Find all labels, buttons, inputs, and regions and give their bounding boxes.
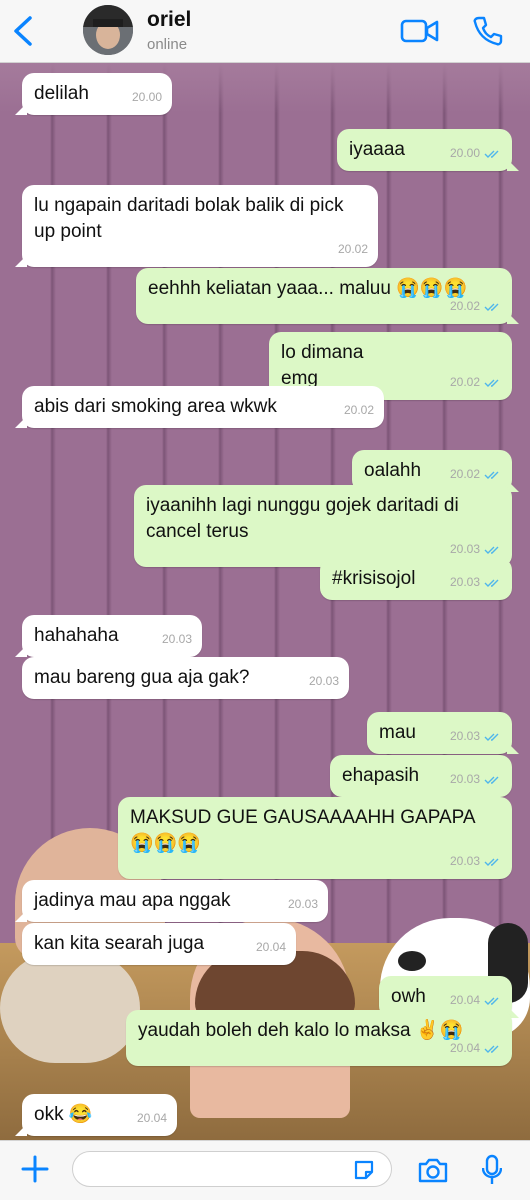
- message-meta: 20.03: [450, 723, 502, 749]
- message-text: owh: [391, 986, 426, 1007]
- double-check-icon: [484, 579, 499, 587]
- double-check-icon: [484, 733, 499, 741]
- double-check-icon: [484, 471, 499, 479]
- message-time: 20.04: [449, 993, 480, 1007]
- double-check-icon: [484, 858, 499, 866]
- message-meta: 20.04: [256, 934, 286, 960]
- message-time: 20.04: [255, 940, 286, 954]
- message-bubble[interactable]: iyaanihh lagi nunggu gojek daritadi di c…: [134, 485, 512, 567]
- message-time: 20.02: [449, 375, 480, 389]
- message-meta: 20.04: [450, 1035, 502, 1061]
- message-meta: 20.02: [338, 236, 368, 262]
- message-meta: 20.02: [450, 461, 502, 487]
- message-time: 20.02: [449, 299, 480, 313]
- message-bubble[interactable]: eehhh keliatan yaaa... maluu 😭😭😭 20.02: [136, 268, 519, 324]
- message-meta: 20.00: [132, 84, 162, 110]
- message-time: 20.02: [337, 242, 368, 256]
- message-time: 20.03: [449, 575, 480, 589]
- message-time: 20.03: [449, 542, 480, 556]
- message-text: mau: [379, 722, 416, 743]
- message-input[interactable]: [72, 1151, 392, 1187]
- contact-name[interactable]: oriel: [147, 8, 191, 32]
- message-bubble[interactable]: iyaaaa 20.00: [337, 129, 519, 171]
- message-meta: 20.02: [450, 293, 502, 319]
- message-meta: 20.03: [450, 848, 502, 874]
- message-bubble[interactable]: ehapasih 20.03: [330, 755, 512, 797]
- composer-bar: [0, 1140, 530, 1200]
- message-bubble[interactable]: okk 😂 20.04: [15, 1094, 177, 1136]
- chat-header: oriel online: [0, 0, 530, 63]
- message-bubble[interactable]: lu ngapain daritadi bolak balik di pick …: [15, 185, 378, 267]
- message-text: ehapasih: [342, 765, 420, 786]
- message-text: mau bareng gua aja gak?: [34, 667, 250, 688]
- message-text: kan kita searah juga: [34, 933, 205, 954]
- message-text: jadinya mau apa nggak: [34, 890, 231, 911]
- message-meta: 20.03: [450, 766, 502, 792]
- double-check-icon: [484, 303, 499, 311]
- camera-icon[interactable]: [417, 1156, 449, 1184]
- message-text: oalahh: [364, 460, 422, 481]
- double-check-icon: [484, 546, 499, 554]
- message-meta: 20.04: [137, 1105, 167, 1131]
- message-text: hahahaha: [34, 625, 119, 646]
- double-check-icon: [484, 150, 499, 158]
- avatar[interactable]: [83, 5, 133, 55]
- microphone-icon[interactable]: [482, 1154, 502, 1186]
- message-text: iyaaaa: [349, 139, 405, 160]
- message-bubble[interactable]: kan kita searah juga 20.04: [22, 923, 296, 965]
- message-meta: 20.03: [162, 626, 192, 652]
- message-time: 20.00: [131, 90, 162, 104]
- message-meta: 20.03: [309, 668, 339, 694]
- sticker-icon[interactable]: [352, 1158, 376, 1182]
- message-time: 20.03: [449, 772, 480, 786]
- message-bubble[interactable]: mau bareng gua aja gak? 20.03: [22, 657, 349, 699]
- message-text: #krisisojol: [332, 568, 416, 589]
- wallpaper-character: [0, 953, 140, 1063]
- phone-icon[interactable]: [472, 15, 504, 47]
- message-meta: 20.00: [450, 140, 502, 166]
- message-text: yaudah boleh deh kalo lo maksa ✌️😭: [138, 1020, 464, 1041]
- message-meta: 20.03: [450, 569, 502, 595]
- message-time: 20.03: [449, 729, 480, 743]
- message-time: 20.00: [449, 146, 480, 160]
- message-meta: 20.03: [288, 891, 318, 917]
- message-bubble[interactable]: MAKSUD GUE GAUSAAAAHH GAPAPA 😭😭😭 20.03: [118, 797, 512, 879]
- message-meta: 20.02: [344, 397, 374, 423]
- chat-area[interactable]: delilah 20.00 iyaaaa 20.00 lu ngapain darita…: [0, 63, 530, 1140]
- message-bubble[interactable]: mau 20.03: [367, 712, 519, 754]
- message-text: lo dimana emg: [281, 342, 364, 389]
- message-text: iyaanihh lagi nunggu gojek daritadi di c…: [146, 495, 459, 542]
- contact-status: online: [147, 36, 188, 53]
- chevron-left-icon[interactable]: [8, 12, 42, 50]
- message-time: 20.02: [449, 467, 480, 481]
- message-bubble[interactable]: abis dari smoking area wkwk 20.02: [15, 386, 384, 428]
- double-check-icon: [484, 776, 499, 784]
- double-check-icon: [484, 379, 499, 387]
- message-meta: 20.02: [450, 369, 502, 395]
- wallpaper-snoopy-nose: [398, 951, 426, 971]
- message-time: 20.03: [287, 897, 318, 911]
- message-bubble[interactable]: jadinya mau apa nggak 20.03: [15, 880, 328, 922]
- double-check-icon: [484, 997, 499, 1005]
- message-text: lu ngapain daritadi bolak balik di pick …: [34, 195, 344, 242]
- message-bubble[interactable]: yaudah boleh deh kalo lo maksa ✌️😭 20.04: [126, 1010, 512, 1066]
- message-bubble[interactable]: hahahaha 20.03: [15, 615, 202, 657]
- message-text: MAKSUD GUE GAUSAAAAHH GAPAPA 😭😭😭: [130, 807, 475, 854]
- message-time: 20.04: [136, 1111, 167, 1125]
- message-time: 20.03: [308, 674, 339, 688]
- message-time: 20.03: [449, 854, 480, 868]
- message-bubble[interactable]: delilah 20.00: [15, 73, 172, 115]
- message-bubble[interactable]: #krisisojol 20.03: [320, 558, 512, 600]
- double-check-icon: [484, 1045, 499, 1053]
- message-time: 20.03: [161, 632, 192, 646]
- message-text: eehhh keliatan yaaa... maluu 😭😭😭: [148, 278, 468, 299]
- plus-icon[interactable]: [20, 1154, 50, 1184]
- video-camera-icon[interactable]: [400, 16, 440, 46]
- message-time: 20.02: [343, 403, 374, 417]
- message-time: 20.04: [449, 1041, 480, 1055]
- message-text: delilah: [34, 83, 89, 104]
- message-text: abis dari smoking area wkwk: [34, 396, 277, 417]
- message-text: okk 😂: [34, 1104, 93, 1125]
